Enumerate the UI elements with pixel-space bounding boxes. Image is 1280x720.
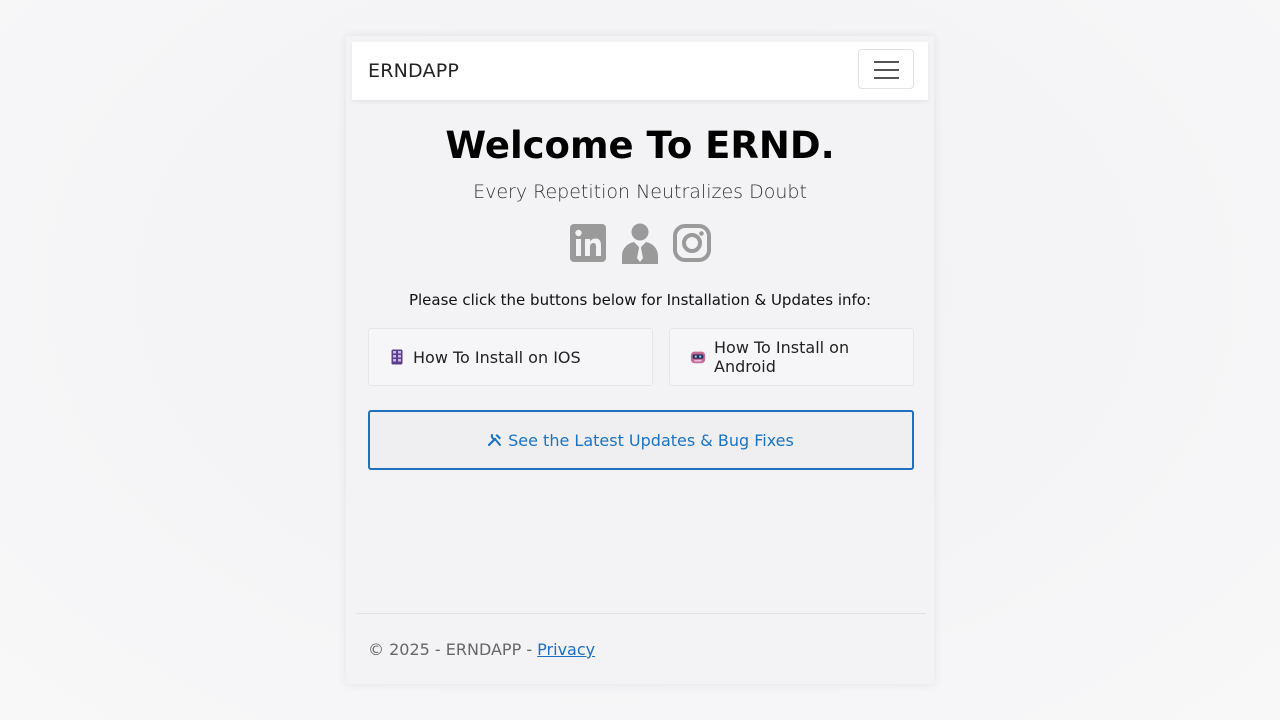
footer: © 2025 - ERNDAPP - Privacy <box>368 640 595 659</box>
instagram-icon <box>673 224 711 262</box>
app-frame: ERNDAPP Welcome To ERND. Every Repetitio… <box>346 36 934 684</box>
instagram-link[interactable] <box>672 222 712 264</box>
profile-link[interactable] <box>620 222 660 264</box>
updates-button[interactable]: See the Latest Updates & Bug Fixes <box>368 410 914 470</box>
copyright-text: © 2025 - ERNDAPP - <box>368 640 538 659</box>
install-android-button[interactable]: How To Install on Android <box>669 328 914 386</box>
tools-icon <box>488 433 502 447</box>
social-links <box>568 222 714 264</box>
robot-icon <box>690 348 706 366</box>
install-android-label: How To Install on Android <box>714 338 850 376</box>
updates-label: See the Latest Updates & Bug Fixes <box>508 430 794 450</box>
phone-icon <box>389 348 405 366</box>
privacy-link[interactable]: Privacy <box>537 640 595 659</box>
navbar: ERNDAPP <box>352 42 928 100</box>
instruction-text: Please click the buttons below for Insta… <box>408 291 872 309</box>
linkedin-link[interactable] <box>568 222 608 264</box>
person-icon <box>622 223 658 264</box>
page-title: Welcome To ERND. <box>445 124 835 167</box>
linkedin-icon <box>570 224 606 262</box>
footer-divider <box>356 613 926 614</box>
install-ios-label: How To Install on IOS <box>413 347 581 367</box>
brand-logo[interactable]: ERNDAPP <box>368 60 459 82</box>
menu-toggle-button[interactable] <box>858 49 914 89</box>
install-ios-button[interactable]: How To Install on IOS <box>368 328 653 386</box>
tagline: Every Repetition Neutralizes Doubt <box>473 181 807 203</box>
